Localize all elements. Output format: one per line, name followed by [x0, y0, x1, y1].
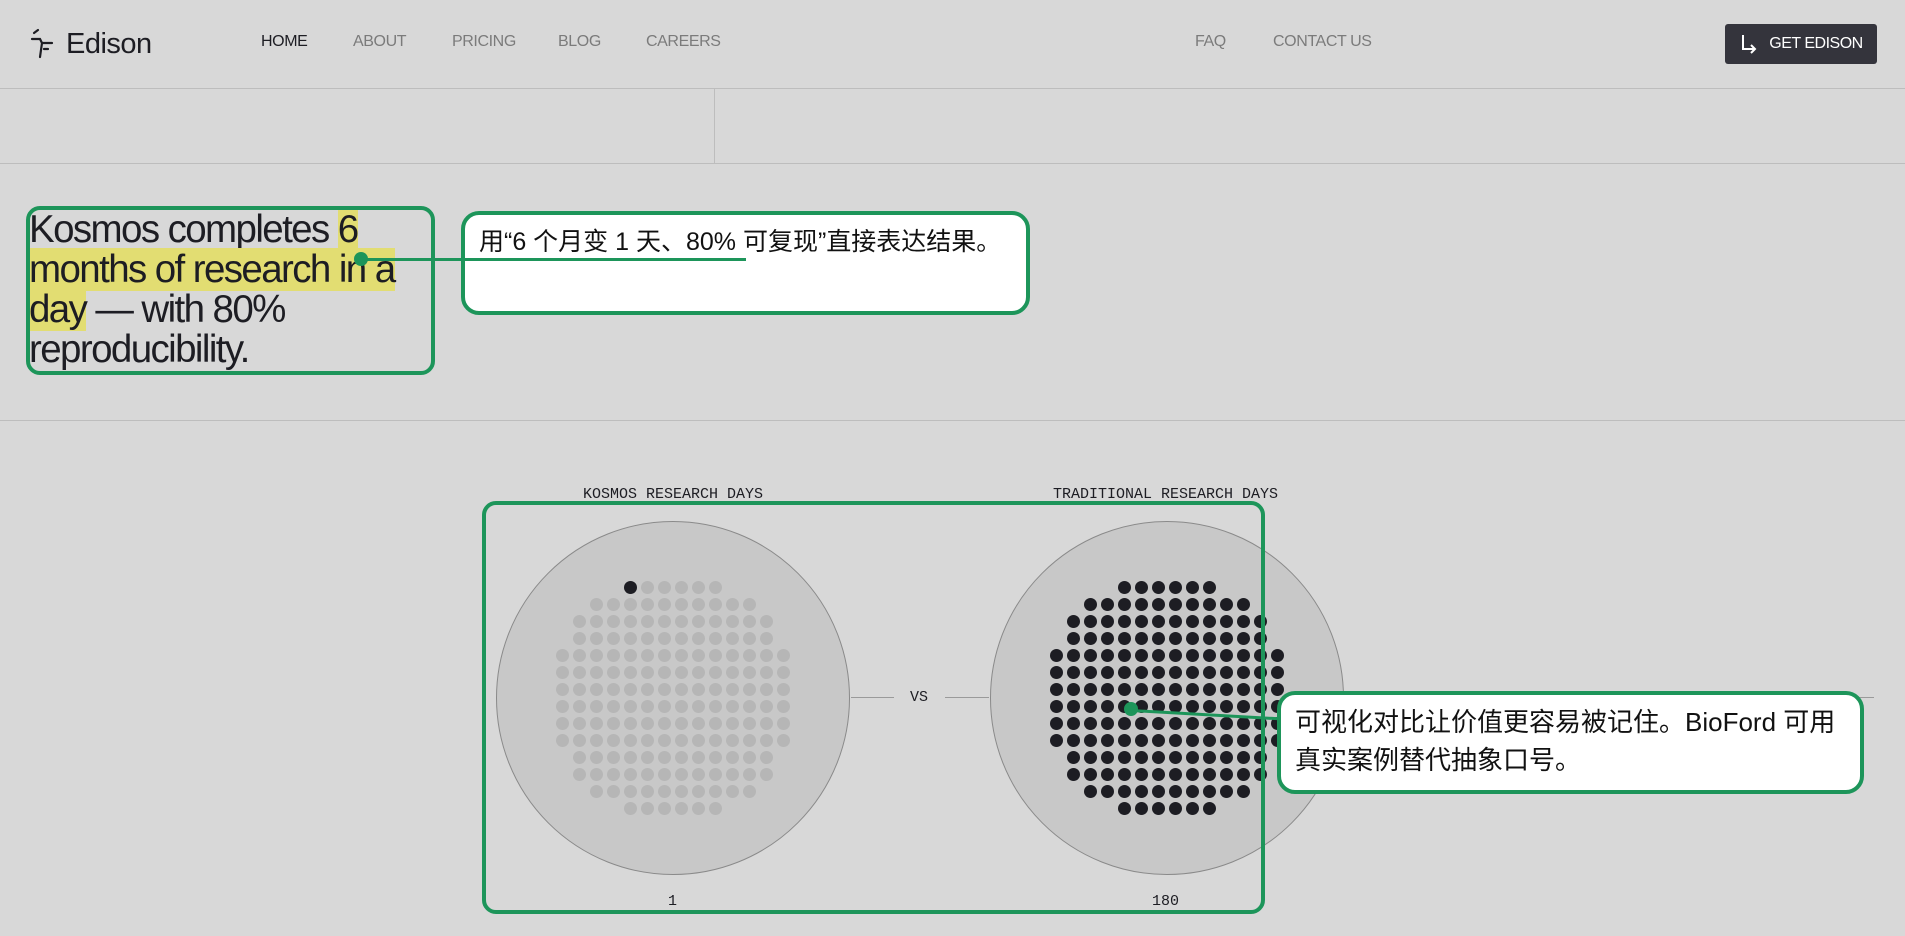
- annotation-highlight-box-headline: [26, 206, 435, 375]
- nav-link-blog[interactable]: BLOG: [558, 33, 601, 51]
- annotation-anchor-dot-1: [354, 252, 368, 266]
- logo-text: Edison: [66, 27, 152, 60]
- annotation-note-comparison: 可视化对比让价值更容易被记住。BioFord 可用真实案例替代抽象口号。: [1277, 691, 1864, 794]
- nav-link-faq[interactable]: FAQ: [1195, 33, 1226, 51]
- logo[interactable]: Edison: [30, 26, 152, 62]
- annotation-leader-1: [361, 258, 746, 261]
- edison-logo-icon: [30, 28, 54, 59]
- band-divider: [714, 89, 715, 164]
- day-dot: [1271, 666, 1284, 679]
- arrow-turn-right-icon: [1742, 35, 1757, 54]
- get-edison-label: GET EDISON: [1769, 35, 1863, 52]
- nav-link-contact-us[interactable]: CONTACT US: [1273, 33, 1372, 51]
- nav-link-about[interactable]: ABOUT: [353, 33, 407, 51]
- nav-link-pricing[interactable]: PRICING: [452, 33, 516, 51]
- annotation-anchor-dot-2: [1124, 702, 1138, 716]
- secondary-band: [0, 89, 1905, 164]
- nav-link-home[interactable]: HOME: [261, 33, 308, 51]
- nav-link-careers[interactable]: CAREERS: [646, 33, 721, 51]
- day-dot: [1271, 683, 1284, 696]
- section-divider: [0, 420, 1905, 421]
- get-edison-button[interactable]: GET EDISON: [1725, 24, 1877, 64]
- day-dot: [1271, 649, 1284, 662]
- annotation-highlight-box-comparison: [482, 501, 1265, 914]
- annotation-note-headline: 用“6 个月变 1 天、80% 可复现”直接表达结果。: [461, 211, 1030, 315]
